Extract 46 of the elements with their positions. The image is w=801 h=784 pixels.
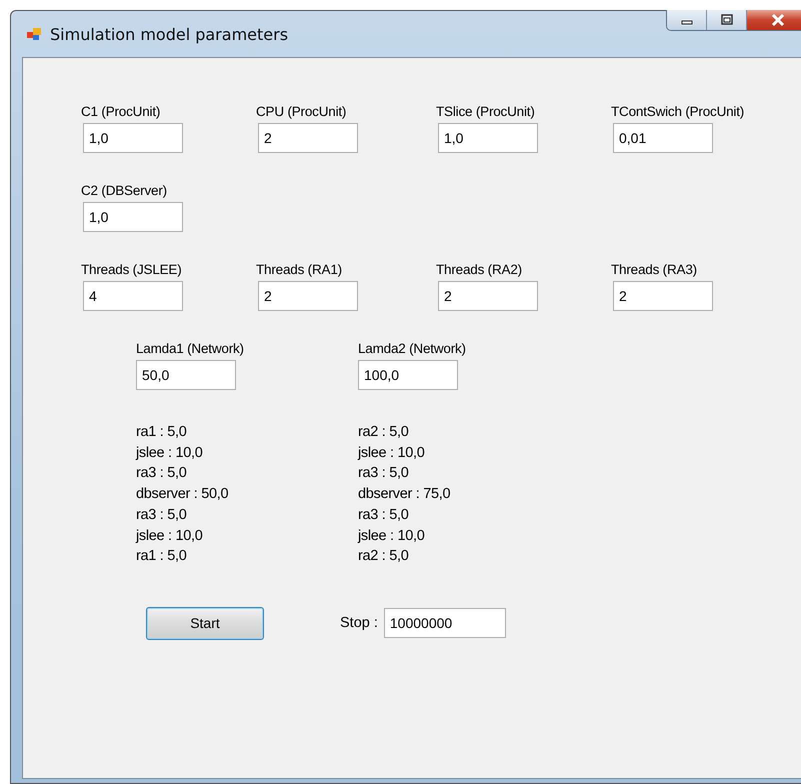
minimize-button[interactable]	[667, 10, 707, 30]
route-text: ra2 : 5,0	[358, 423, 410, 442]
input-field[interactable]: 0,01	[613, 123, 713, 153]
route-text: ra3 : 5,0	[358, 506, 410, 525]
input-field[interactable]: 1,0	[83, 123, 183, 153]
input-field[interactable]: 1,0	[83, 202, 183, 232]
route-text: dbserver : 50,0	[136, 485, 228, 504]
input-field[interactable]: 100,0	[358, 360, 458, 390]
field-label: Threads (JSLEE)	[81, 262, 182, 277]
input-field[interactable]: 4	[83, 281, 183, 311]
input-field[interactable]: 2	[258, 123, 358, 153]
field-label: Threads (RA1)	[256, 262, 342, 277]
route-text: ra3 : 5,0	[136, 506, 188, 525]
window-title: Simulation model parameters	[50, 24, 288, 44]
input-field[interactable]: 1,0	[438, 123, 538, 153]
restore-icon	[720, 14, 734, 26]
stop-field[interactable]: 10000000	[384, 608, 506, 638]
field-label: CPU (ProcUnit)	[256, 104, 346, 119]
input-field[interactable]: 50,0	[136, 360, 236, 390]
route-text: jslee : 10,0	[136, 526, 204, 546]
field-label: TContSwich (ProcUnit)	[611, 104, 744, 119]
field-label: Lamda2 (Network)	[358, 341, 466, 356]
field-label: Threads (RA2)	[436, 262, 522, 277]
stop-label: Stop :	[340, 615, 378, 632]
start-button[interactable]: Start	[146, 606, 264, 640]
route-text: ra1 : 5,0	[136, 423, 188, 442]
input-field[interactable]: 2	[438, 281, 538, 311]
route-text: jslee : 10,0	[136, 444, 204, 463]
field-label: C1 (ProcUnit)	[81, 104, 160, 119]
route-text: ra3 : 5,0	[358, 464, 410, 484]
close-button[interactable]	[747, 10, 801, 30]
route-text: ra3 : 5,0	[136, 464, 188, 484]
input-field[interactable]: 2	[613, 281, 713, 311]
maximize-button[interactable]	[707, 10, 747, 30]
field-label: TSlice (ProcUnit)	[436, 104, 535, 119]
field-label: C2 (DBServer)	[81, 183, 167, 198]
field-label: Threads (RA3)	[611, 262, 697, 277]
field-label: Lamda1 (Network)	[136, 341, 244, 356]
input-field[interactable]: 2	[258, 281, 358, 311]
close-icon	[770, 13, 786, 27]
app-icon	[26, 26, 42, 42]
route-text: ra1 : 5,0	[136, 547, 188, 566]
route-text: dbserver : 75,0	[358, 485, 450, 504]
route-text: jslee : 10,0	[358, 444, 426, 463]
route-text: ra2 : 5,0	[358, 547, 410, 566]
route-text: jslee : 10,0	[358, 526, 426, 546]
